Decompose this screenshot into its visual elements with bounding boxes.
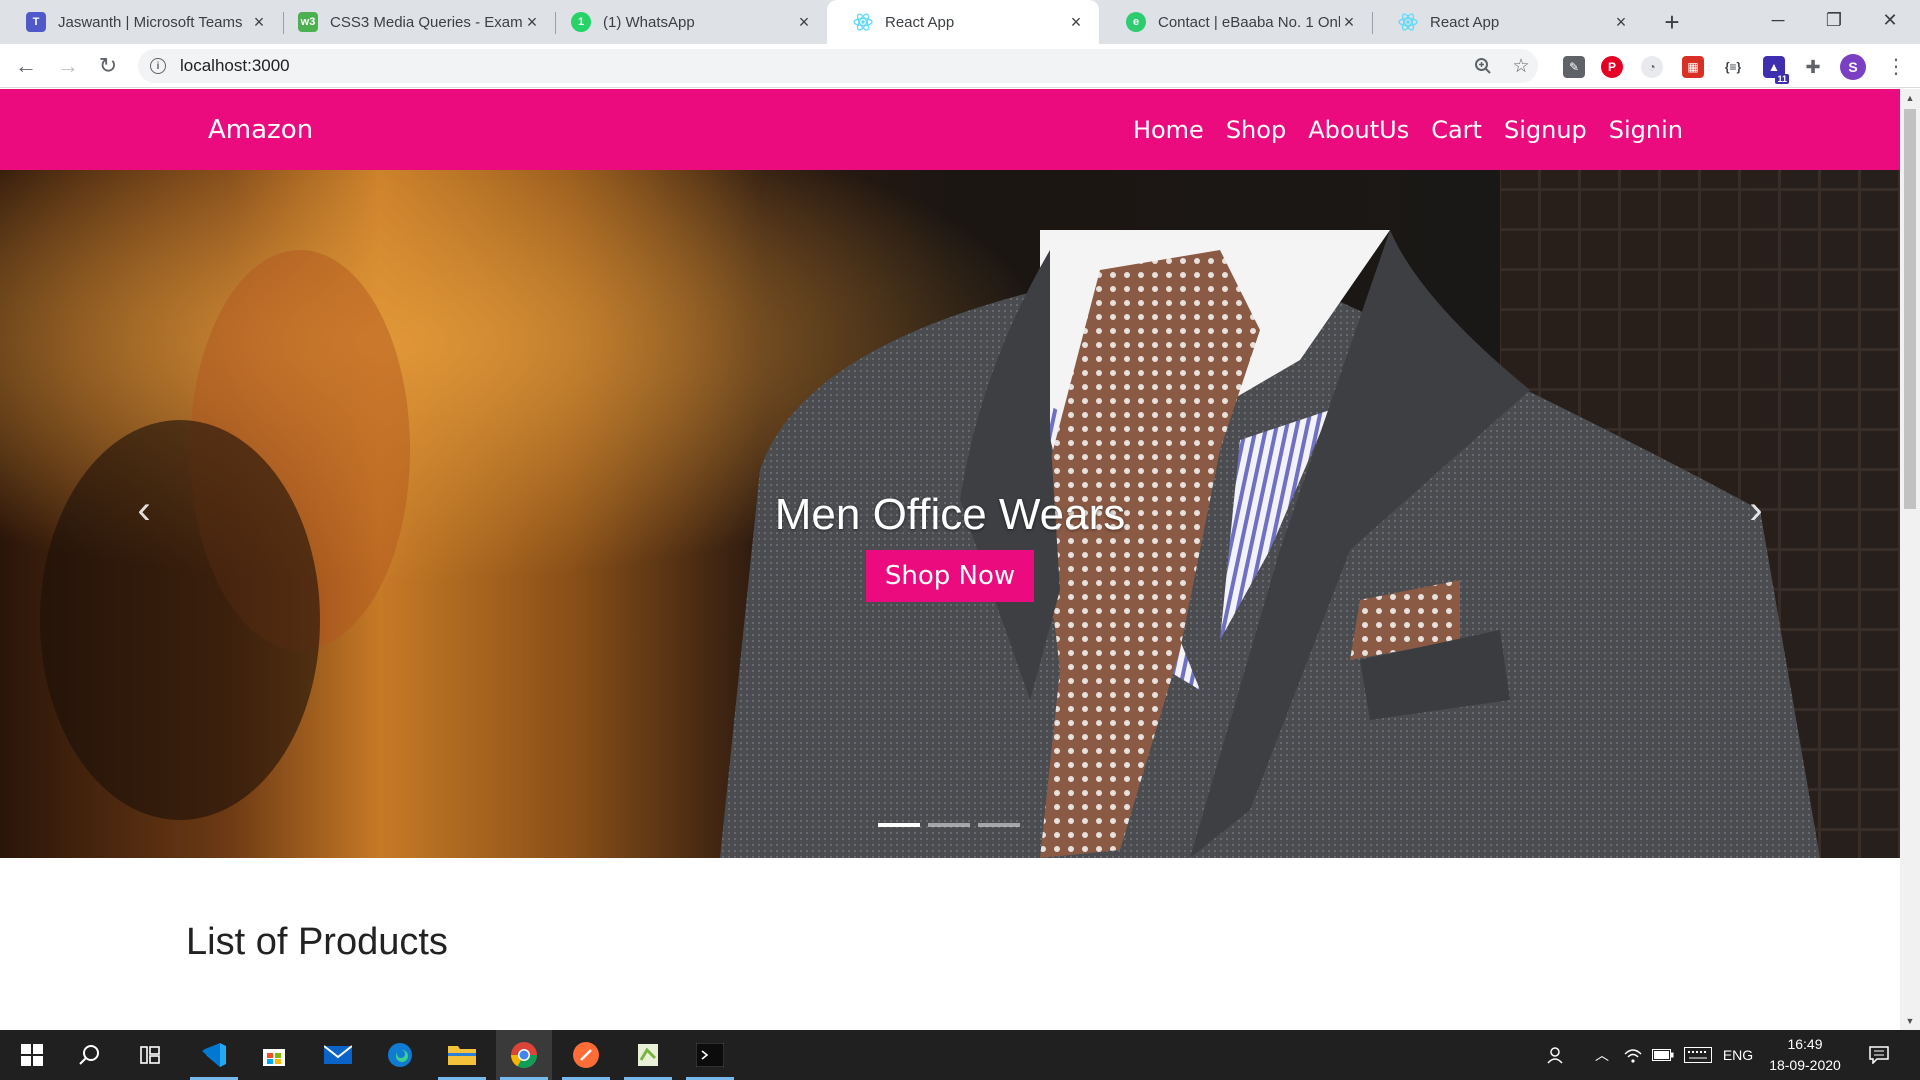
- edge-icon[interactable]: [372, 1030, 428, 1080]
- address-bar[interactable]: i localhost:3000 ☆: [138, 49, 1538, 83]
- brand-logo[interactable]: Amazon: [208, 89, 313, 170]
- minimize-button[interactable]: ─: [1750, 0, 1806, 40]
- tab-title: Contact | eBaaba No. 1 Onlin: [1158, 13, 1340, 31]
- battery-icon[interactable]: [1650, 1030, 1676, 1080]
- file-explorer-icon[interactable]: [434, 1030, 490, 1080]
- people-icon[interactable]: [1544, 1030, 1568, 1080]
- nav-signup[interactable]: Signup: [1504, 116, 1587, 144]
- close-icon[interactable]: ×: [523, 12, 541, 33]
- browser-toolbar: ← → ↻ i localhost:3000 ☆ ✎ P ◔ ▦ {≡} 11 ▲…: [0, 44, 1920, 88]
- pinterest-icon[interactable]: P: [1601, 56, 1623, 78]
- chrome-icon[interactable]: [496, 1030, 552, 1080]
- extension-pen-icon[interactable]: ✎: [1563, 56, 1585, 78]
- extension-cap-icon[interactable]: 11 ▲: [1763, 56, 1789, 84]
- tab-react-app[interactable]: React App ×: [1372, 0, 1644, 44]
- carousel-indicator-3[interactable]: [978, 823, 1020, 827]
- close-icon[interactable]: ×: [1067, 12, 1085, 33]
- task-view-icon[interactable]: [122, 1030, 178, 1080]
- new-tab-button[interactable]: +: [1656, 6, 1688, 38]
- close-icon[interactable]: ×: [795, 12, 813, 33]
- postman-icon[interactable]: [558, 1030, 614, 1080]
- w3schools-icon: w3: [298, 12, 318, 32]
- hero-title: Men Office Wears: [774, 490, 1126, 539]
- shop-now-button[interactable]: Shop Now: [866, 550, 1034, 602]
- products-heading: List of Products: [186, 921, 448, 963]
- notifications-icon[interactable]: [1864, 1030, 1894, 1080]
- tab-react-app-active[interactable]: React App ×: [827, 0, 1099, 44]
- carousel-prev-icon[interactable]: ‹: [124, 488, 164, 532]
- language-indicator[interactable]: ENG: [1722, 1030, 1754, 1080]
- keyboard-icon[interactable]: [1682, 1030, 1714, 1080]
- react-icon: [1398, 12, 1418, 32]
- url-text[interactable]: localhost:3000: [180, 56, 290, 76]
- close-icon[interactable]: ×: [250, 12, 268, 33]
- ms-store-icon[interactable]: [246, 1030, 302, 1080]
- scroll-up-arrow-icon[interactable]: ▲: [1900, 89, 1920, 107]
- nav-links: Home Shop AboutUs Cart Signup Signin: [1111, 89, 1683, 170]
- zoom-icon[interactable]: [1466, 49, 1500, 83]
- tab-title: React App: [1430, 13, 1500, 31]
- tab-title: Jaswanth | Microsoft Teams: [58, 13, 243, 31]
- terminal-icon[interactable]: [682, 1030, 738, 1080]
- nav-shop[interactable]: Shop: [1226, 116, 1286, 144]
- restore-button[interactable]: ❐: [1806, 0, 1862, 40]
- tab-title: (1) WhatsApp: [603, 13, 695, 31]
- nav-home[interactable]: Home: [1133, 116, 1204, 144]
- tab-ebaaba-contact[interactable]: e Contact | eBaaba No. 1 Onlin ×: [1100, 0, 1372, 44]
- tab-strip: T Jaswanth | Microsoft Teams × w3 CSS3 M…: [0, 0, 1920, 44]
- scroll-down-arrow-icon[interactable]: ▼: [1900, 1012, 1920, 1030]
- forward-button[interactable]: →: [52, 50, 84, 82]
- reload-button[interactable]: ↻: [92, 50, 124, 82]
- close-icon[interactable]: ×: [1340, 12, 1358, 33]
- scroll-thumb[interactable]: [1904, 109, 1916, 509]
- chevron-up-icon[interactable]: ︿: [1590, 1030, 1614, 1080]
- mail-icon[interactable]: [310, 1030, 366, 1080]
- extension-badge: 11: [1775, 74, 1789, 84]
- carousel-indicators: [878, 823, 1028, 827]
- bookmark-star-icon[interactable]: ☆: [1504, 49, 1538, 83]
- tab-title: CSS3 Media Queries - Examp: [330, 13, 523, 31]
- back-button[interactable]: ←: [10, 50, 42, 82]
- tab-title: React App: [885, 13, 955, 31]
- tab-css3-media-queries[interactable]: w3 CSS3 Media Queries - Examp ×: [272, 0, 555, 44]
- start-windows-icon[interactable]: [4, 1030, 60, 1080]
- extension-timer-icon[interactable]: ◔: [1641, 56, 1663, 78]
- profile-avatar[interactable]: S: [1840, 54, 1866, 80]
- menu-kebab-icon[interactable]: ⋮: [1880, 50, 1912, 82]
- tab-teams[interactable]: T Jaswanth | Microsoft Teams ×: [0, 0, 282, 44]
- ebaaba-icon: e: [1126, 12, 1146, 32]
- hero-carousel: Men Office Wears Shop Now ‹ ›: [0, 170, 1900, 858]
- extension-grid-icon[interactable]: ▦: [1682, 56, 1704, 78]
- page-scrollbar[interactable]: ▲ ▼: [1900, 89, 1920, 1030]
- carousel-indicator-2[interactable]: [928, 823, 970, 827]
- json-viewer-icon[interactable]: {≡}: [1722, 56, 1744, 78]
- nav-cart[interactable]: Cart: [1431, 116, 1482, 144]
- notepad-plus-icon[interactable]: [620, 1030, 676, 1080]
- wifi-icon[interactable]: [1620, 1030, 1646, 1080]
- close-icon[interactable]: ×: [1612, 12, 1630, 33]
- vscode-icon[interactable]: [186, 1030, 242, 1080]
- page-viewport: Amazon Home Shop AboutUs Cart Signup Sig…: [0, 89, 1900, 1030]
- close-window-button[interactable]: ✕: [1862, 0, 1918, 40]
- clock-date: 18-09-2020: [1769, 1057, 1841, 1073]
- windows-taskbar: ︿ ENG 16:49 18-09-2020: [0, 1030, 1920, 1080]
- tab-whatsapp[interactable]: 1 (1) WhatsApp ×: [545, 0, 827, 44]
- clock-time: 16:49: [1787, 1036, 1823, 1052]
- nav-signin[interactable]: Signin: [1609, 116, 1683, 144]
- search-icon[interactable]: [62, 1030, 118, 1080]
- carousel-next-icon[interactable]: ›: [1736, 488, 1776, 532]
- carousel-indicator-1[interactable]: [878, 823, 920, 827]
- nav-aboutus[interactable]: AboutUs: [1308, 116, 1409, 144]
- site-navbar: Amazon Home Shop AboutUs Cart Signup Sig…: [0, 89, 1900, 170]
- whatsapp-icon: 1: [571, 12, 591, 32]
- info-icon[interactable]: i: [150, 58, 166, 74]
- extensions-puzzle-icon[interactable]: ✚: [1802, 56, 1824, 78]
- react-icon: [853, 12, 873, 32]
- system-clock[interactable]: 16:49 18-09-2020: [1760, 1034, 1850, 1076]
- teams-icon: T: [26, 12, 46, 32]
